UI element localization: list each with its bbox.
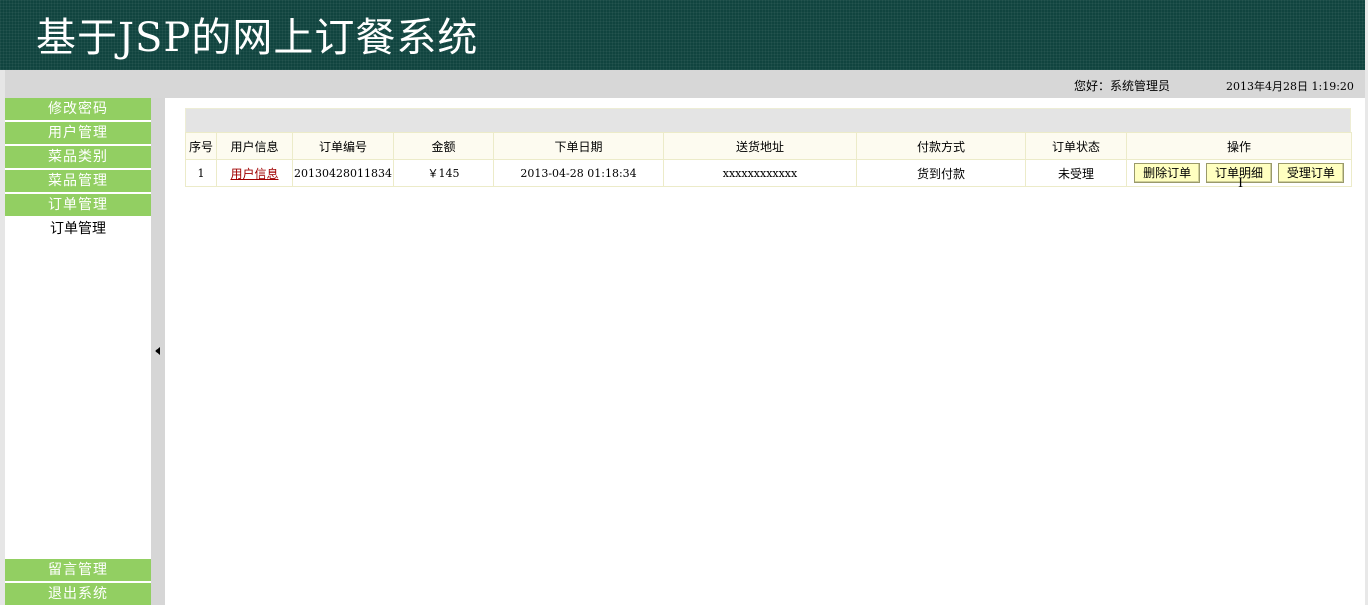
column-header-address: 送货地址 bbox=[663, 132, 857, 160]
cell-user-info: 用户信息 bbox=[216, 159, 293, 187]
table-toolbar bbox=[185, 108, 1351, 132]
cell-order-date: 2013-04-28 01:18:34 bbox=[493, 159, 664, 187]
sidebar-item-user-management[interactable]: 用户管理 bbox=[5, 122, 151, 144]
main-content: 序号 用户信息 订单编号 金额 下单日期 送货地址 付款方式 订单状态 操作 1… bbox=[185, 108, 1352, 187]
sidebar-item-message-management[interactable]: 留言管理 bbox=[5, 559, 151, 581]
table-header-row: 序号 用户信息 订单编号 金额 下单日期 送货地址 付款方式 订单状态 操作 bbox=[185, 132, 1352, 160]
user-info-link[interactable]: 用户信息 bbox=[230, 167, 278, 181]
column-header-status: 订单状态 bbox=[1025, 132, 1127, 160]
column-header-index: 序号 bbox=[185, 132, 217, 160]
cell-address: xxxxxxxxxxxx bbox=[663, 159, 857, 187]
sidebar-item-change-password[interactable]: 修改密码 bbox=[5, 98, 151, 120]
column-header-order-date: 下单日期 bbox=[493, 132, 664, 160]
sidebar-item-dish-category[interactable]: 菜品类别 bbox=[5, 146, 151, 168]
column-header-payment: 付款方式 bbox=[856, 132, 1026, 160]
cell-status: 未受理 bbox=[1025, 159, 1127, 187]
sidebar: 修改密码 用户管理 菜品类别 菜品管理 订单管理 订单管理 留言管理 退出系统 bbox=[5, 98, 151, 605]
cell-amount: ￥145 bbox=[393, 159, 494, 187]
column-header-actions: 操作 bbox=[1126, 132, 1352, 160]
collapse-left-arrow-icon[interactable] bbox=[155, 347, 160, 355]
sidebar-bottom-menu: 留言管理 退出系统 bbox=[5, 559, 151, 605]
app-header: 基于JSP的网上订餐系统 bbox=[0, 0, 1368, 70]
text-cursor-icon: I bbox=[1238, 176, 1244, 191]
table-row: 1 用户信息 20130428011834 ￥145 2013-04-28 01… bbox=[185, 159, 1352, 187]
sidebar-item-order-management[interactable]: 订单管理 bbox=[5, 194, 151, 216]
status-bar: 您好：系统管理员 2013年4月28日 1:19:20 bbox=[5, 70, 1365, 98]
column-header-order-no: 订单编号 bbox=[292, 132, 394, 160]
datetime-text: 2013年4月28日 1:19:20 bbox=[1226, 80, 1354, 93]
sidebar-item-exit-system[interactable]: 退出系统 bbox=[5, 583, 151, 605]
greeting-text: 您好：系统管理员 bbox=[1074, 79, 1171, 93]
cell-payment: 货到付款 bbox=[856, 159, 1026, 187]
cell-order-no: 20130428011834 bbox=[292, 159, 394, 187]
sidebar-splitter[interactable] bbox=[151, 98, 165, 605]
app-title: 基于JSP的网上订餐系统 bbox=[36, 15, 479, 61]
column-header-amount: 金额 bbox=[393, 132, 494, 160]
sidebar-subitem-order-management[interactable]: 订单管理 bbox=[5, 218, 151, 240]
orders-table: 序号 用户信息 订单编号 金额 下单日期 送货地址 付款方式 订单状态 操作 1… bbox=[185, 132, 1352, 187]
sidebar-item-dish-management[interactable]: 菜品管理 bbox=[5, 170, 151, 192]
cell-index: 1 bbox=[185, 159, 217, 187]
column-header-user-info: 用户信息 bbox=[216, 132, 293, 160]
accept-order-button[interactable]: 受理订单 bbox=[1277, 163, 1344, 183]
delete-order-button[interactable]: 删除订单 bbox=[1134, 163, 1201, 183]
